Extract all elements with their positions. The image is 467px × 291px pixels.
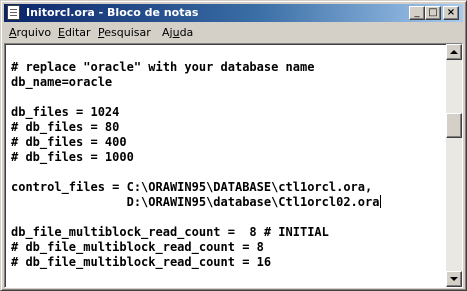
- scrollbar-thumb[interactable]: [446, 113, 462, 138]
- maximize-button[interactable]: □: [425, 6, 441, 20]
- close-icon: ×: [446, 7, 456, 18]
- text-area[interactable]: # replace "oracle" with your database na…: [11, 44, 443, 287]
- text-line: # db_file_multiblock_read_count = 8: [11, 240, 264, 254]
- text-line: db_name=oracle: [11, 75, 113, 89]
- vertical-scrollbar[interactable]: [446, 44, 462, 287]
- text-cursor: [380, 195, 382, 208]
- text-line: # db_files = 400: [11, 135, 127, 149]
- close-button[interactable]: ×: [443, 6, 459, 20]
- minimize-icon: _: [414, 7, 420, 18]
- scroll-up-button[interactable]: [446, 44, 462, 60]
- notepad-window: Initorcl.ora - Bloco de notas _ □ × Arqu…: [0, 0, 467, 291]
- text-line: # replace "oracle" with your database na…: [11, 60, 315, 74]
- notepad-icon[interactable]: [7, 5, 20, 20]
- text-editor[interactable]: # replace "oracle" with your database na…: [4, 43, 463, 288]
- title-bar[interactable]: Initorcl.ora - Bloco de notas _ □ ×: [4, 4, 463, 22]
- text-line: control_files = C:\ORAWIN95\DATABASE\ctl…: [11, 180, 373, 194]
- window-title: Initorcl.ora - Bloco de notas: [26, 6, 199, 19]
- menu-ajuda[interactable]: Ajuda: [162, 26, 193, 39]
- text-line: db_files = 1024: [11, 105, 120, 119]
- menu-bar: Arquivo Editar Pesquisar Ajuda: [4, 23, 463, 42]
- maximize-icon: □: [428, 7, 438, 18]
- menu-editar[interactable]: Editar: [58, 26, 91, 39]
- text-line: db_file_multiblock_read_count = 8 # INIT…: [11, 225, 329, 239]
- text-line: # db_files = 1000: [11, 150, 134, 164]
- menu-pesquisar[interactable]: Pesquisar: [98, 26, 151, 39]
- menu-arquivo[interactable]: Arquivo: [9, 26, 51, 39]
- arrow-down-icon: [450, 277, 458, 281]
- minimize-button[interactable]: _: [409, 6, 425, 20]
- text-line: D:\ORAWIN95\database\Ctl1orcl02.ora: [11, 195, 380, 209]
- scroll-down-button[interactable]: [446, 271, 462, 287]
- text-line: # db_files = 80: [11, 120, 120, 134]
- text-line: # db_file_multiblock_read_count = 16: [11, 255, 272, 269]
- arrow-up-icon: [450, 50, 458, 54]
- text-line-with-cursor: D:\ORAWIN95\database\Ctl1orcl02.ora: [11, 195, 382, 210]
